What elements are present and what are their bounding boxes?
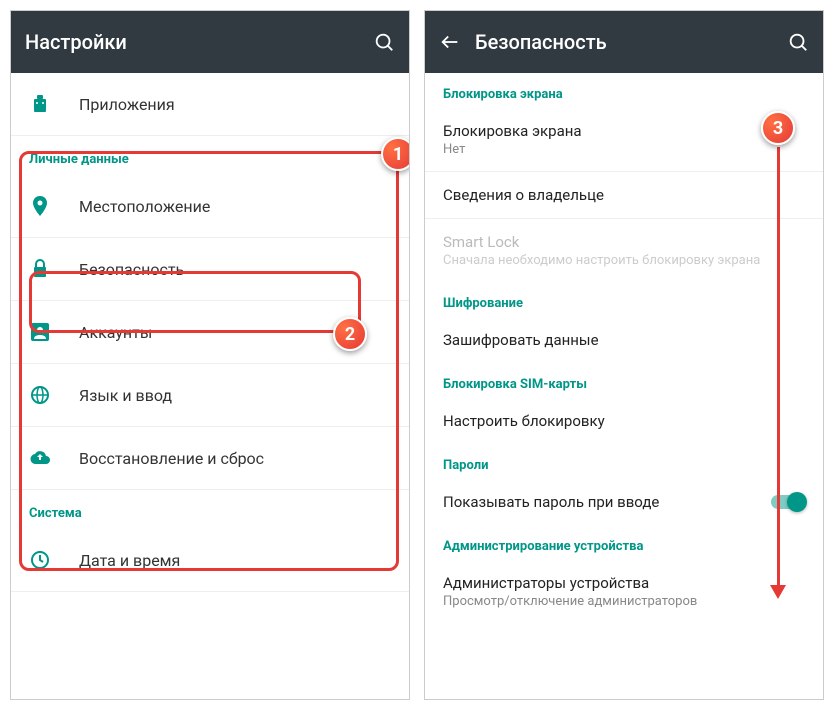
section-admin: Администрирование устройства	[425, 525, 823, 560]
item-smartlock: Smart Lock Сначала необходимо настроить …	[425, 219, 823, 282]
item-label: Дата и время	[79, 551, 180, 570]
section-screenlock: Блокировка экрана	[425, 73, 823, 108]
settings-screen: Настройки Приложения Личные данные Место…	[10, 10, 410, 700]
search-icon[interactable]	[787, 31, 809, 53]
item-title: Блокировка экрана	[443, 122, 805, 140]
settings-item-datetime[interactable]: Дата и время	[11, 529, 409, 592]
section-personal: Личные данные	[11, 136, 409, 175]
item-show-password[interactable]: Показывать пароль при вводе	[425, 479, 823, 525]
back-icon[interactable]	[439, 31, 461, 53]
item-subtitle: Сначала необходимо настроить блокировку …	[443, 253, 805, 268]
marker-1: 1	[381, 137, 410, 171]
appbar-title: Безопасность	[475, 30, 773, 54]
location-icon	[29, 195, 51, 217]
item-owner-info[interactable]: Сведения о владельце	[425, 172, 823, 219]
item-label: Аккаунты	[79, 323, 152, 342]
settings-item-apps[interactable]: Приложения	[11, 73, 409, 136]
item-subtitle: Нет	[443, 142, 805, 157]
item-label: Приложения	[79, 95, 175, 114]
search-icon[interactable]	[373, 31, 395, 53]
appbar: Настройки	[11, 11, 409, 73]
marker-2: 2	[333, 317, 367, 351]
settings-item-location[interactable]: Местоположение	[11, 175, 409, 238]
section-encryption: Шифрование	[425, 282, 823, 317]
item-title: Зашифровать данные	[443, 331, 805, 349]
item-title: Показывать пароль при вводе	[443, 493, 659, 511]
clock-icon	[29, 549, 51, 571]
item-label: Восстановление и сброс	[79, 449, 264, 468]
scroll-arrow-head	[770, 585, 786, 599]
appbar-title: Настройки	[25, 30, 359, 54]
item-device-admins[interactable]: Администраторы устройства Просмотр/отклю…	[425, 560, 823, 623]
item-encrypt[interactable]: Зашифровать данные	[425, 317, 823, 363]
item-label: Местоположение	[79, 197, 210, 216]
settings-item-security[interactable]: Безопасность	[11, 238, 409, 301]
security-screen: Безопасность Блокировка экрана Блокировк…	[424, 10, 824, 700]
lock-icon	[29, 258, 51, 280]
item-label: Язык и ввод	[79, 386, 172, 405]
section-sim: Блокировка SIM-карты	[425, 363, 823, 398]
settings-item-language[interactable]: Язык и ввод	[11, 364, 409, 427]
apps-icon	[29, 93, 51, 115]
item-title: Настроить блокировку	[443, 412, 805, 430]
globe-icon	[29, 384, 51, 406]
item-title: Smart Lock	[443, 233, 805, 251]
section-system: Система	[11, 490, 409, 529]
appbar: Безопасность	[425, 11, 823, 73]
settings-item-backup[interactable]: Восстановление и сброс	[11, 427, 409, 490]
item-title: Сведения о владельце	[443, 186, 805, 204]
item-title: Администраторы устройства	[443, 574, 805, 592]
account-icon	[29, 321, 51, 343]
item-label: Безопасность	[79, 260, 184, 279]
backup-icon	[29, 447, 51, 469]
marker-3: 3	[761, 111, 795, 145]
section-passwords: Пароли	[425, 444, 823, 479]
item-sim-lock[interactable]: Настроить блокировку	[425, 398, 823, 444]
scroll-arrow-line	[777, 147, 780, 587]
item-subtitle: Просмотр/отключение администраторов	[443, 594, 805, 609]
